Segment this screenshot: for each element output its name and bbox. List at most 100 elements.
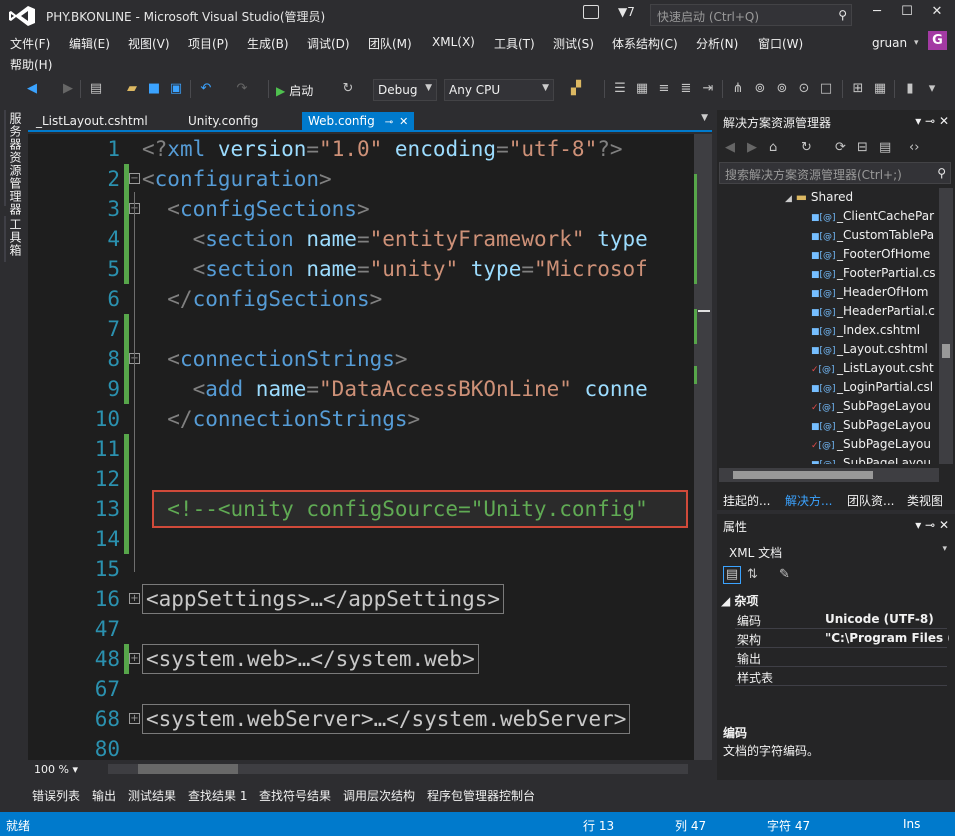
forward-icon[interactable]: ▶ — [747, 140, 757, 156]
user-dropdown-icon[interactable]: ▾ — [914, 38, 919, 48]
collapsed-region[interactable]: <system.webServer>…</system.webServer> — [142, 704, 631, 734]
code-line[interactable]: 1 <?xml version="1.0" encoding="utf-8"?> — [28, 134, 694, 164]
tree-file-item[interactable]: ■[@]_SubPageLayou — [811, 456, 931, 464]
editor-horizontal-scrollbar[interactable] — [108, 764, 688, 774]
collapsed-region[interactable]: <system.web>…</system.web> — [142, 644, 479, 674]
xml-icon-2[interactable]: ⊚ — [774, 81, 790, 97]
property-row-schema[interactable]: 架构 "C:\Program Files (x — [735, 629, 949, 648]
menu-build[interactable]: 生成(B) — [247, 35, 289, 52]
tab-call-hierarchy[interactable]: 调用层次结构 — [343, 787, 415, 804]
toolbox-tab[interactable]: 工具箱 — [7, 218, 24, 257]
collapse-all-icon[interactable]: ⊟ — [857, 140, 868, 156]
code-line[interactable]: 3− <configSections> — [28, 194, 694, 224]
code-line[interactable]: 2− <configuration> — [28, 164, 694, 194]
tree-file-item[interactable]: ■[@]_HeaderOfHom — [811, 285, 928, 304]
code-line[interactable]: 14 — [28, 524, 694, 554]
expand-icon[interactable]: + — [129, 593, 140, 604]
tree-file-item[interactable]: ■[@]_Layout.cshtml — [811, 342, 928, 361]
tree-folder-shared[interactable]: ◢ ▬ Shared — [785, 190, 853, 209]
comment-icon[interactable]: ☰ — [612, 81, 628, 97]
code-line[interactable]: 5 <section name="unity" type="Microsof — [28, 254, 694, 284]
chevron-down-icon[interactable]: ▼ — [701, 113, 708, 123]
code-line[interactable]: 9 <add name="DataAccessBKOnLine" conne — [28, 374, 694, 404]
align-icon[interactable]: ⊞ — [850, 81, 866, 97]
feedback-flag[interactable]: ▼7 — [618, 5, 635, 19]
tree-file-item[interactable]: ■[@]_SubPageLayou — [811, 418, 931, 437]
code-line[interactable]: 15 — [28, 554, 694, 584]
tree-file-item[interactable]: ■[@]_LoginPartial.csl — [811, 380, 933, 399]
menu-debug[interactable]: 调试(D) — [307, 35, 350, 52]
menu-edit[interactable]: 编辑(E) — [69, 35, 110, 52]
refresh-icon[interactable]: ⟳ — [835, 140, 846, 156]
alphabetical-icon[interactable]: ⇅ — [747, 567, 758, 583]
code-line[interactable]: 67 — [28, 674, 694, 704]
property-category[interactable]: ◢ 杂项 — [721, 592, 758, 609]
refresh-icon[interactable]: ↻ — [340, 81, 356, 97]
tree-file-item[interactable]: ■[@]_CustomTablePa — [811, 228, 934, 247]
properties-object-selector[interactable]: XML 文档 ▾ — [723, 542, 949, 562]
tree-file-item[interactable]: ✓[@] _SubPageLayou — [811, 399, 931, 418]
close-icon[interactable]: ✕ — [939, 114, 949, 128]
server-explorer-tab[interactable]: 服务器资源管理器 — [7, 112, 24, 216]
bookmark-list-icon[interactable]: ≡ — [656, 81, 672, 97]
categorized-icon[interactable]: ▤ — [723, 566, 741, 584]
code-line[interactable]: 80 — [28, 734, 694, 760]
tree-vertical-scrollbar[interactable] — [939, 188, 953, 464]
quick-launch-input[interactable]: 快速启动 (Ctrl+Q) ⚲ — [650, 4, 852, 26]
xml-icon-3[interactable]: ⊙ — [796, 81, 812, 97]
property-row-output[interactable]: 输出 — [735, 648, 947, 667]
tab-find-symbol-results[interactable]: 查找符号结果 — [259, 787, 331, 804]
tree-file-item[interactable]: ■[@]_FooterOfHome — [811, 247, 930, 266]
property-row-stylesheet[interactable]: 样式表 — [735, 667, 947, 686]
collapsed-region[interactable]: <appSettings>…</appSettings> — [142, 584, 505, 614]
save-all-icon[interactable]: ▣ — [168, 81, 184, 97]
indent-icon[interactable]: ⇥ — [700, 81, 716, 97]
code-line[interactable]: 68 + <system.webServer>…</system.webServer… — [28, 704, 694, 734]
panel-options-icon[interactable]: ▾ — [915, 114, 921, 128]
user-name[interactable]: gruan — [872, 36, 907, 50]
pin-icon[interactable]: ⊸ — [925, 114, 935, 128]
tree-file-item[interactable]: ■[@]_Index.cshtml — [811, 323, 920, 342]
tree-horizontal-scrollbar[interactable] — [719, 468, 939, 482]
tab-package-manager-console[interactable]: 程序包管理器控制台 — [427, 787, 535, 804]
menu-test[interactable]: 测试(S) — [553, 35, 594, 52]
code-line[interactable]: 4 <section name="entityFramework" type — [28, 224, 694, 254]
menu-project[interactable]: 项目(P) — [188, 35, 229, 52]
forward-icon[interactable]: ▶ — [60, 81, 76, 97]
view-code-icon[interactable]: ‹› — [909, 140, 919, 156]
solution-platform-dropdown[interactable]: Any CPU ▼ — [444, 79, 554, 101]
panel-options-icon[interactable]: ▾ — [915, 518, 921, 532]
menu-architecture[interactable]: 体系结构(C) — [612, 35, 678, 52]
close-icon[interactable]: ✕ — [939, 518, 949, 532]
toolbar-options-icon[interactable]: ▾ — [924, 81, 940, 97]
menu-team[interactable]: 团队(M) — [368, 35, 412, 52]
menu-tools[interactable]: 工具(T) — [494, 35, 535, 52]
tree-file-item[interactable]: ■[@]_HeaderPartial.c — [811, 304, 935, 323]
tab-class-view[interactable]: 类视图 — [903, 490, 947, 510]
undo-icon[interactable]: ↶ — [198, 81, 214, 97]
xml-icon-4[interactable]: □ — [818, 81, 834, 97]
property-pages-icon[interactable]: ✎ — [779, 567, 790, 583]
tab-error-list[interactable]: 错误列表 — [32, 787, 80, 804]
home-icon[interactable]: ⌂ — [769, 140, 777, 156]
notification-icon[interactable] — [583, 5, 599, 19]
avatar[interactable]: G — [928, 31, 947, 50]
minimize-button[interactable]: ─ — [862, 4, 892, 24]
uncomment-icon[interactable]: ≣ — [678, 81, 694, 97]
solution-config-dropdown[interactable]: Debug ▼ — [373, 79, 437, 101]
code-line[interactable]: 47 — [28, 614, 694, 644]
tab-output[interactable]: 输出 — [92, 787, 116, 804]
expand-icon[interactable]: + — [129, 653, 140, 664]
code-line[interactable]: 6 </configSections> — [28, 284, 694, 314]
tree-file-item[interactable]: ✓[@] _ListLayout.csht — [811, 361, 934, 380]
maximize-button[interactable]: ☐ — [892, 4, 922, 24]
tab-solution-explorer[interactable]: 解决方... — [781, 490, 836, 510]
open-folder-icon[interactable]: ▰ — [124, 81, 140, 97]
close-icon[interactable]: ✕ — [399, 115, 408, 128]
menu-help[interactable]: 帮助(H) — [10, 56, 52, 73]
start-debugging-button[interactable]: ▶ 启动 — [276, 82, 313, 99]
collapse-icon[interactable]: − — [129, 173, 140, 184]
menu-analyze[interactable]: 分析(N) — [696, 35, 738, 52]
back-icon[interactable]: ◀ — [725, 140, 735, 156]
code-line[interactable]: 10 </connectionStrings> — [28, 404, 694, 434]
